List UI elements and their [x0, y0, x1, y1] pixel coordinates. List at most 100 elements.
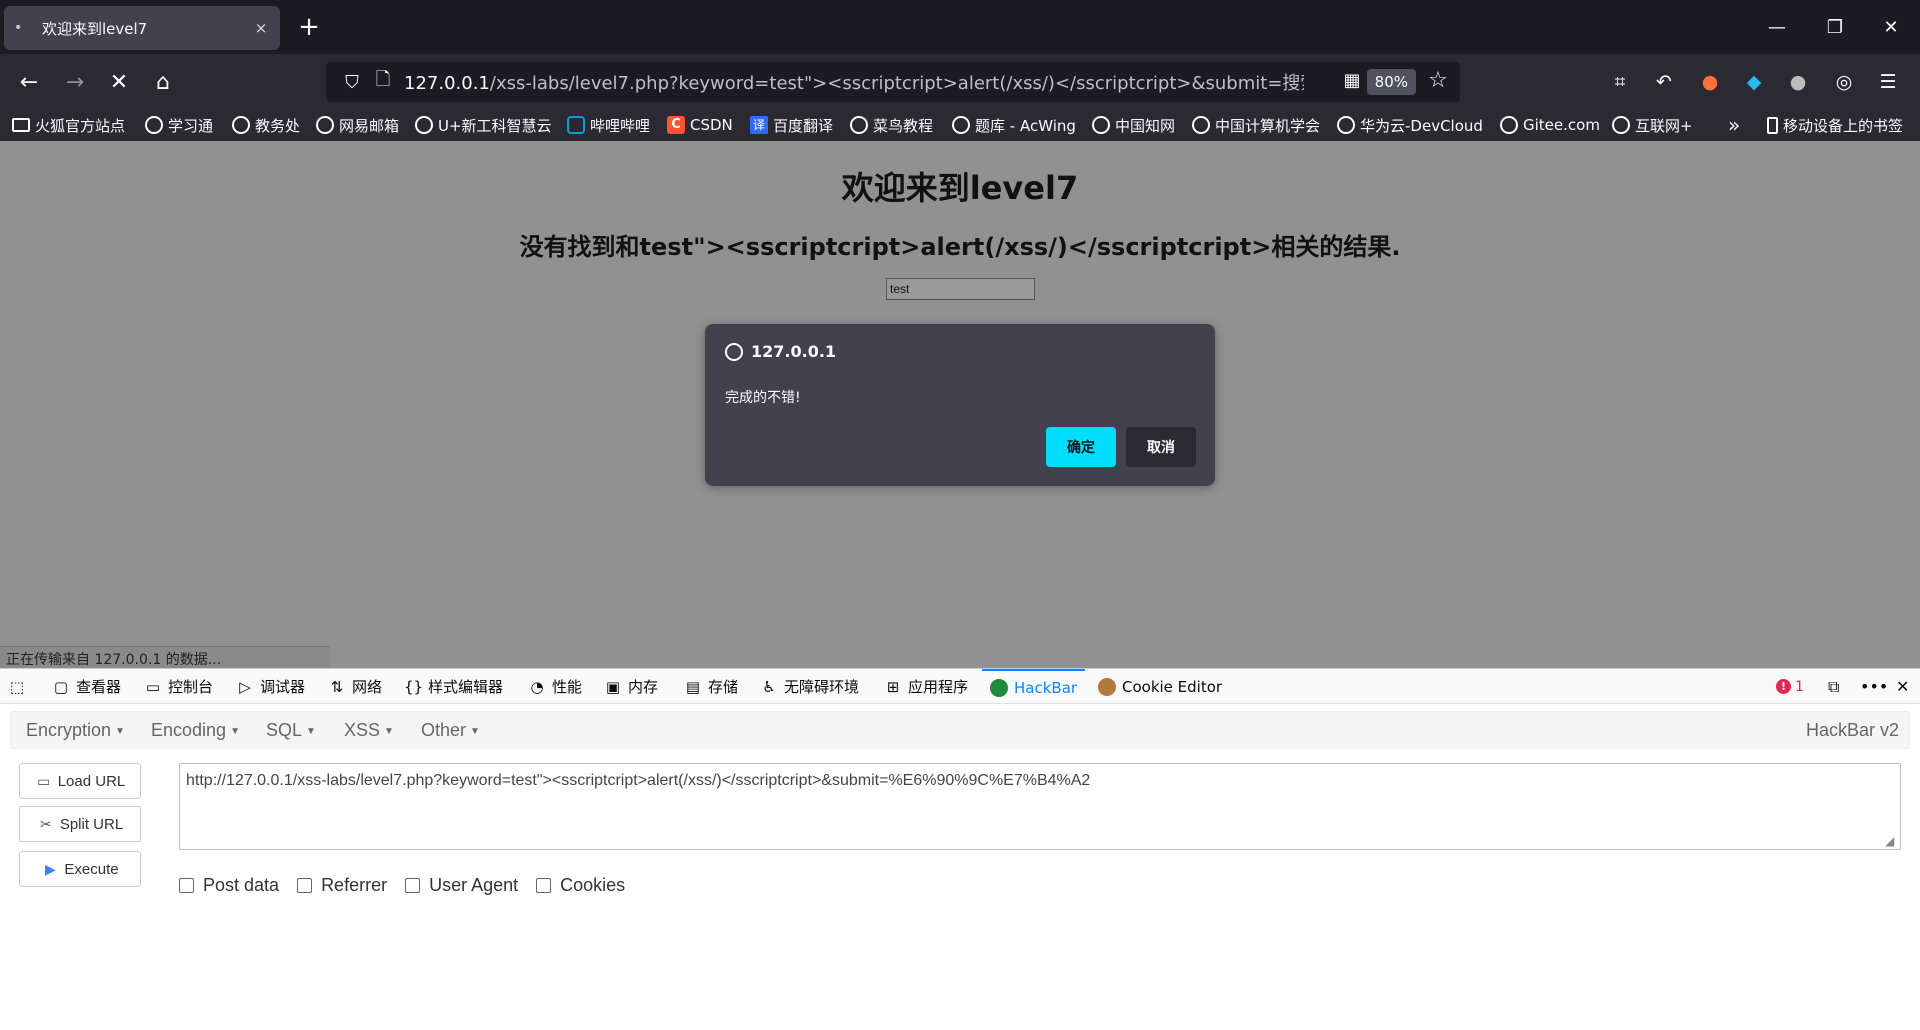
- checkbox[interactable]: [405, 877, 421, 893]
- bookmark-item[interactable]: Gitee.com: [1500, 113, 1600, 137]
- tab-memory[interactable]: ▣ 内存: [604, 669, 658, 704]
- caret-down-icon: ▼: [306, 725, 316, 737]
- bookmark-item[interactable]: 中国计算机学会: [1192, 113, 1320, 137]
- option-user-agent[interactable]: User Agent: [405, 875, 518, 896]
- option-label: User Agent: [429, 874, 519, 895]
- bookmark-item[interactable]: 菜鸟教程: [850, 113, 933, 137]
- bookmark-label: 题库 - AcWing: [975, 116, 1076, 135]
- load-url-button[interactable]: ▭ Load URL: [19, 763, 141, 799]
- undo-icon[interactable]: ↶: [1650, 68, 1678, 96]
- tab-application[interactable]: ⊞ 应用程序: [884, 669, 968, 704]
- menu-sql[interactable]: SQL ▼: [266, 720, 316, 741]
- restore-button[interactable]: ❐: [1812, 10, 1858, 44]
- tab-title: 欢迎来到level7: [42, 19, 148, 38]
- ok-button[interactable]: 确定: [1046, 427, 1116, 467]
- split-url-button[interactable]: ✂ Split URL: [19, 806, 141, 842]
- zoom-level-button[interactable]: 80%: [1366, 69, 1416, 95]
- keyword-input[interactable]: [886, 278, 1035, 300]
- cookie-extension-icon[interactable]: ◎: [1830, 68, 1858, 96]
- hackbar-url-textarea[interactable]: [179, 763, 1901, 850]
- tab-inspector[interactable]: ▢ 查看器: [52, 669, 121, 704]
- address-bar[interactable]: ⛉ 🗋 127.0.0.1/xss-labs/level7.php?keywor…: [326, 62, 1460, 102]
- bookmark-item[interactable]: 中国知网: [1092, 113, 1175, 137]
- bookmark-item[interactable]: 学习通: [145, 113, 213, 137]
- error-count-badge[interactable]: ! 1: [1776, 669, 1804, 704]
- tab-cookie-editor[interactable]: Cookie Editor: [1098, 669, 1222, 704]
- home-button[interactable]: ⌂: [146, 65, 180, 99]
- qr-code-icon[interactable]: ▦: [1340, 70, 1364, 94]
- bookmark-item[interactable]: 火狐官方站点: [12, 113, 125, 137]
- tab-label: Cookie Editor: [1122, 677, 1223, 696]
- network-icon: ⇅: [330, 677, 344, 696]
- execute-button[interactable]: ▶ Execute: [19, 851, 141, 887]
- bookmark-item[interactable]: 教务处: [232, 113, 300, 137]
- page-info-icon[interactable]: 🗋: [370, 67, 396, 97]
- tab-accessibility[interactable]: ♿ 无障碍环境: [760, 669, 859, 704]
- bookmark-item[interactable]: 网易邮箱: [316, 113, 399, 137]
- checkbox[interactable]: [297, 877, 313, 893]
- accessibility-icon: ♿: [762, 677, 776, 696]
- option-referrer[interactable]: Referrer: [297, 875, 387, 896]
- tab-level7[interactable]: • 欢迎来到level7 ×: [4, 6, 280, 50]
- stop-button[interactable]: ✕: [102, 65, 136, 99]
- checkbox[interactable]: [536, 877, 552, 893]
- menu-label: Encryption: [26, 720, 112, 740]
- bookmark-star-icon[interactable]: ☆: [1424, 68, 1452, 96]
- bookmark-item[interactable]: U+新工科智慧云: [415, 113, 552, 137]
- csdn-icon: C: [667, 116, 685, 134]
- tab-storage[interactable]: ▤ 存储: [684, 669, 738, 704]
- bookmark-item[interactable]: 哔哩哔哩: [567, 113, 650, 137]
- cancel-button[interactable]: 取消: [1126, 427, 1196, 467]
- resize-handle-icon[interactable]: ◢: [1885, 834, 1899, 848]
- tab-label: HackBar: [1014, 678, 1078, 697]
- bookmark-label: 互联网+: [1635, 116, 1693, 135]
- tab-style-editor[interactable]: {} 样式编辑器: [404, 669, 503, 704]
- menu-xss[interactable]: XSS ▼: [344, 720, 394, 741]
- tab-console[interactable]: ▭ 控制台: [144, 669, 213, 704]
- element-picker-icon[interactable]: ⬚: [8, 669, 32, 704]
- menu-icon[interactable]: ☰: [1874, 68, 1902, 96]
- menu-other[interactable]: Other ▼: [421, 720, 480, 741]
- tab-performance[interactable]: ◔ 性能: [528, 669, 582, 704]
- tab-debugger[interactable]: ▷ 调试器: [236, 669, 305, 704]
- bookmark-item[interactable]: 华为云-DevCloud: [1337, 113, 1483, 137]
- tab-hackbar[interactable]: HackBar: [982, 669, 1086, 704]
- dock-icon[interactable]: ⧉: [1828, 669, 1839, 704]
- bookmark-label: 菜鸟教程: [873, 116, 934, 135]
- back-button[interactable]: ←: [12, 65, 46, 99]
- storage-icon: ▤: [685, 677, 701, 696]
- forward-button[interactable]: →: [58, 65, 92, 99]
- extension-cube-icon[interactable]: ◆: [1740, 68, 1768, 96]
- caret-down-icon: ▼: [115, 725, 125, 737]
- window-close-button[interactable]: ✕: [1868, 10, 1914, 44]
- bookmark-item[interactable]: 互联网+: [1612, 113, 1693, 137]
- bookmark-item[interactable]: 译百度翻译: [750, 113, 833, 137]
- tab-label: 存储: [708, 678, 739, 696]
- option-cookies[interactable]: Cookies: [536, 875, 625, 896]
- extension-fox-icon[interactable]: ●: [1696, 68, 1724, 96]
- bookmark-item[interactable]: C CSDN: [667, 113, 733, 137]
- load-url-icon: ▭: [37, 772, 51, 789]
- status-text: 正在传输来自 127.0.0.1 的数据...: [0, 646, 330, 668]
- url-text[interactable]: 127.0.0.1/xss-labs/level7.php?keyword=te…: [404, 69, 1304, 95]
- tracking-shield-icon[interactable]: ⛉: [334, 72, 370, 93]
- tab-close-icon[interactable]: ×: [252, 19, 270, 37]
- mobile-bookmarks[interactable]: 移动设备上的书签: [1767, 113, 1903, 137]
- tab-label: 应用程序: [908, 678, 969, 696]
- minimize-button[interactable]: —: [1754, 10, 1800, 44]
- bookmarks-overflow-button[interactable]: »: [1728, 113, 1740, 137]
- extension-gray-icon[interactable]: ●: [1784, 68, 1812, 96]
- page-heading: 欢迎来到level7: [841, 169, 1079, 207]
- cookie-icon: [1098, 677, 1116, 696]
- menu-encryption[interactable]: Encryption ▼: [26, 720, 125, 741]
- new-tab-button[interactable]: +: [292, 10, 326, 44]
- checkbox[interactable]: [179, 877, 194, 893]
- console-icon: ▭: [145, 677, 161, 696]
- option-post-data[interactable]: Post data: [179, 875, 279, 896]
- devtools-close-icon[interactable]: ✕: [1896, 669, 1909, 704]
- tab-network[interactable]: ⇅ 网络: [328, 669, 382, 704]
- menu-encoding[interactable]: Encoding ▼: [151, 720, 240, 741]
- bookmark-item[interactable]: 题库 - AcWing: [952, 113, 1076, 137]
- screenshot-icon[interactable]: ⌗: [1606, 68, 1634, 96]
- more-options-icon[interactable]: •••: [1860, 669, 1888, 704]
